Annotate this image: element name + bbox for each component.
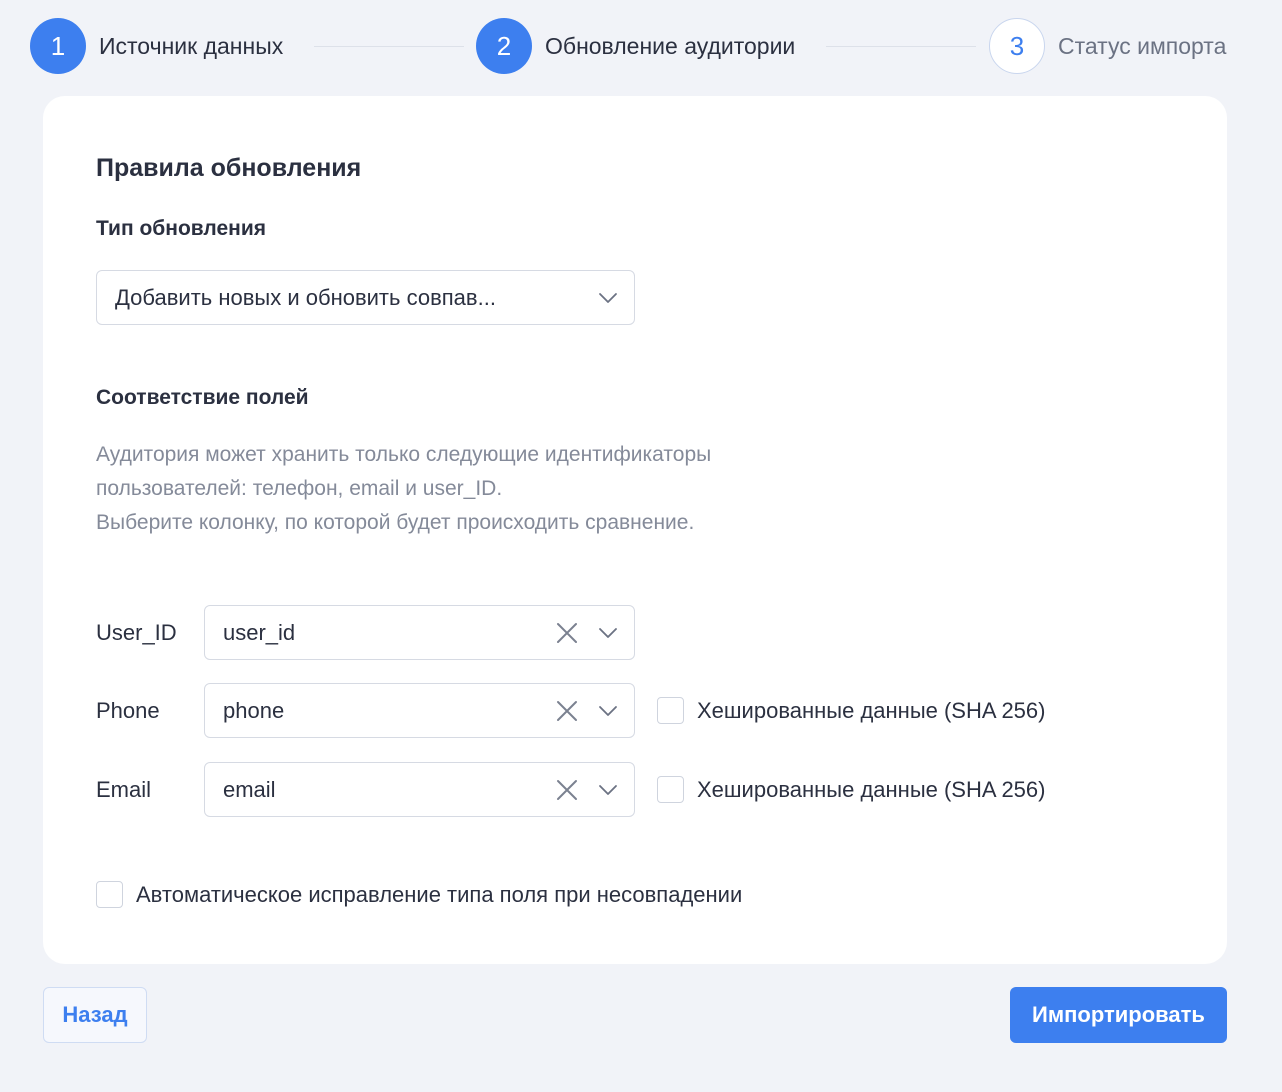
field-mapping-title: Соответствие полей: [96, 386, 309, 409]
step-number: 2: [476, 18, 532, 74]
user-id-select[interactable]: user_id: [204, 605, 635, 660]
email-value: email: [223, 776, 276, 802]
update-type-value: Добавить новых и обновить совпав...: [115, 284, 496, 310]
email-label: Email: [96, 777, 152, 802]
auto-fix-label: Автоматическое исправление типа поля при…: [136, 881, 743, 907]
clear-icon[interactable]: [554, 620, 580, 646]
step-label: Статус импорта: [1058, 32, 1227, 59]
step-audience-update[interactable]: 2 Обновление аудитории: [476, 18, 795, 74]
chevron-down-icon[interactable]: [596, 778, 620, 802]
step-connector: [826, 46, 976, 47]
update-rules-card: Правила обновления Тип обновления Добави…: [43, 96, 1227, 964]
phone-hashed-checkbox[interactable]: [657, 697, 684, 724]
step-connector: [314, 46, 464, 47]
email-hashed-checkbox[interactable]: [657, 776, 684, 803]
phone-hashed-option[interactable]: Хешированные данные (SHA 256): [657, 697, 1045, 724]
import-stepper: 1 Источник данных 2 Обновление аудитории…: [30, 18, 1260, 74]
user-id-value: user_id: [223, 619, 296, 645]
clear-icon[interactable]: [554, 777, 580, 803]
step-number: 1: [30, 18, 86, 74]
page-title: Правила обновления: [96, 154, 362, 182]
auto-fix-option[interactable]: Автоматическое исправление типа поля при…: [96, 881, 742, 908]
step-source[interactable]: 1 Источник данных: [30, 18, 283, 74]
email-hashed-label: Хешированные данные (SHA 256): [697, 776, 1046, 802]
user-id-label: User_ID: [96, 620, 177, 645]
update-type-label: Тип обновления: [96, 217, 266, 240]
description-line: пользователей: телефон, email и user_ID.: [96, 477, 503, 500]
back-button[interactable]: Назад: [43, 987, 147, 1043]
phone-label: Phone: [96, 698, 160, 723]
clear-icon[interactable]: [554, 698, 580, 724]
description-line: Аудитория может хранить только следующие…: [96, 443, 712, 466]
field-mapping-description: Аудитория может хранить только следующие…: [96, 438, 856, 540]
step-label: Обновление аудитории: [545, 32, 796, 59]
step-label: Источник данных: [99, 32, 284, 59]
email-hashed-option[interactable]: Хешированные данные (SHA 256): [657, 776, 1045, 803]
step-number: 3: [989, 18, 1045, 74]
phone-value: phone: [223, 697, 285, 723]
chevron-down-icon[interactable]: [596, 699, 620, 723]
step-import-status[interactable]: 3 Статус импорта: [989, 18, 1226, 74]
description-line: Выберите колонку, по которой будет проис…: [96, 511, 695, 534]
email-select[interactable]: email: [204, 762, 635, 817]
auto-fix-checkbox[interactable]: [96, 881, 123, 908]
phone-select[interactable]: phone: [204, 683, 635, 738]
import-button[interactable]: Импортировать: [1010, 987, 1227, 1043]
phone-hashed-label: Хешированные данные (SHA 256): [697, 697, 1046, 723]
chevron-down-icon[interactable]: [596, 621, 620, 645]
chevron-down-icon[interactable]: [596, 286, 620, 310]
update-type-select[interactable]: Добавить новых и обновить совпав...: [96, 270, 635, 325]
